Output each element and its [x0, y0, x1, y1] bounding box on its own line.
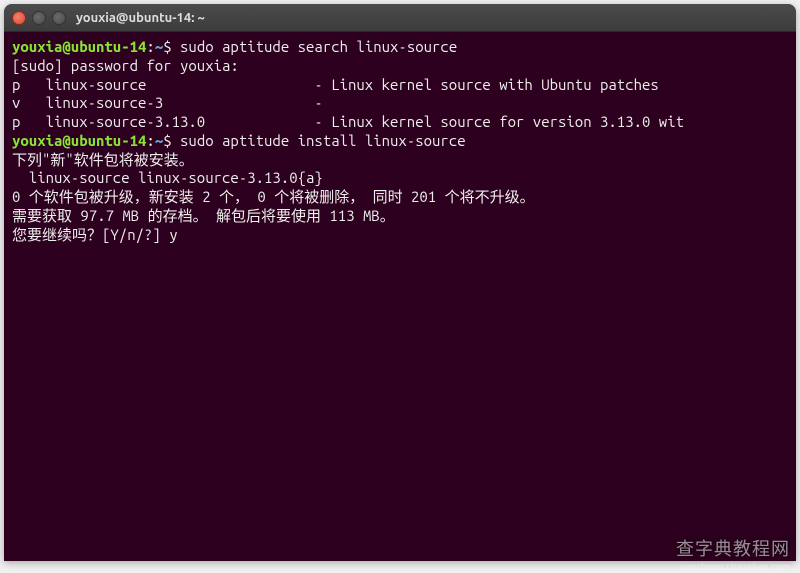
watermark-text: 查字典教程网 — [676, 535, 790, 561]
window-title: youxia@ubuntu-14: ~ — [76, 11, 205, 25]
confirm-prompt: 您要继续吗？[Y/n/?] — [12, 226, 169, 243]
terminal-window: youxia@ubuntu-14: ~ youxia@ubuntu-14:~$ … — [4, 4, 796, 561]
prompt-path: ~ — [155, 132, 163, 149]
install-output-line: 下列"新"软件包将被安装。 — [12, 151, 788, 170]
search-result-line: v linux-source-3 - — [12, 94, 788, 113]
close-icon[interactable] — [12, 11, 26, 25]
prompt-line-1: youxia@ubuntu-14:~$ sudo aptitude search… — [12, 38, 788, 57]
prompt-symbol: $ — [163, 38, 171, 55]
confirm-answer: y — [169, 226, 177, 243]
window-controls — [12, 11, 66, 25]
prompt-user-host: youxia@ubuntu-14 — [12, 38, 146, 55]
prompt-user-host: youxia@ubuntu-14 — [12, 132, 146, 149]
prompt-symbol: $ — [163, 132, 171, 149]
prompt-line-2: youxia@ubuntu-14:~$ sudo aptitude instal… — [12, 132, 788, 151]
command-text: sudo aptitude install linux-source — [180, 132, 466, 149]
install-output-line: 需要获取 97.7 MB 的存档。 解包后将要使用 113 MB。 — [12, 207, 788, 226]
maximize-icon[interactable] — [52, 11, 66, 25]
search-result-line: p linux-source-3.13.0 - Linux kernel sou… — [12, 113, 788, 132]
confirm-line: 您要继续吗？[Y/n/?] y — [12, 226, 788, 245]
sudo-password-line: [sudo] password for youxia: — [12, 57, 788, 76]
titlebar[interactable]: youxia@ubuntu-14: ~ — [4, 4, 796, 32]
watermark-sub-text: jiaocheng.chazidian.com — [680, 562, 790, 573]
prompt-path: ~ — [155, 38, 163, 55]
search-result-line: p linux-source - Linux kernel source wit… — [12, 76, 788, 95]
install-output-line: linux-source linux-source-3.13.0{a} — [12, 169, 788, 188]
command-text: sudo aptitude search linux-source — [180, 38, 457, 55]
install-output-line: 0 个软件包被升级，新安装 2 个， 0 个将被删除， 同时 201 个将不升级… — [12, 188, 788, 207]
terminal-content[interactable]: youxia@ubuntu-14:~$ sudo aptitude search… — [4, 32, 796, 561]
minimize-icon[interactable] — [32, 11, 46, 25]
